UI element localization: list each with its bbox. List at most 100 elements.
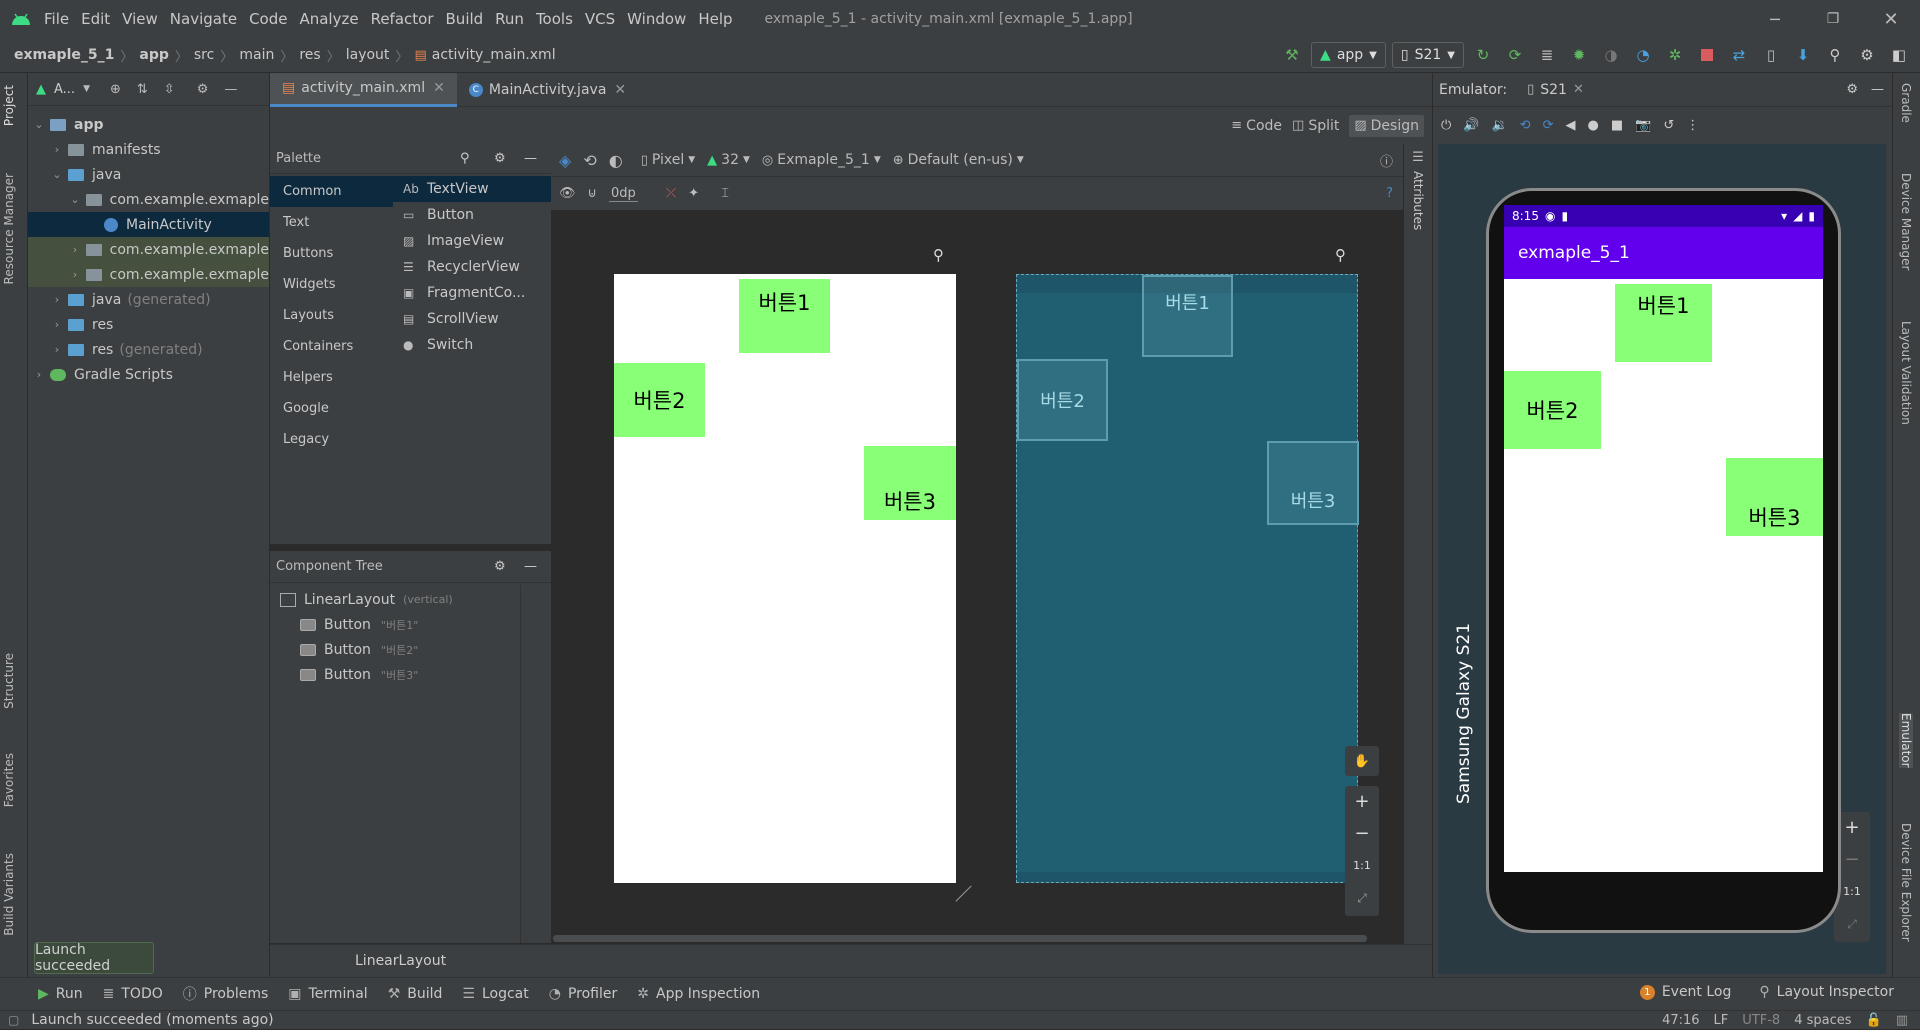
palette-category-buttons[interactable]: Buttons (270, 238, 393, 269)
canvas-scrollbar[interactable] (553, 935, 1367, 942)
hide-panel-icon[interactable]: — (224, 82, 237, 97)
breadcrumb-item[interactable]: main (239, 47, 274, 63)
tree-item[interactable]: ⌄ com.example.exmaple (28, 187, 269, 212)
indent-setting[interactable]: 4 spaces (1794, 1013, 1851, 1028)
blueprint-preview[interactable]: 버튼1 버튼2 버튼3 (1016, 274, 1359, 883)
device-manager-icon[interactable]: ▯ (1758, 42, 1784, 68)
sdk-manager-icon[interactable]: ⬇ (1790, 42, 1816, 68)
infer-constraints-icon[interactable]: ✦ (688, 186, 699, 201)
tab-gradle[interactable]: Gradle (1899, 83, 1913, 123)
locate-icon[interactable]: ⊕ (110, 82, 121, 97)
status-toggle-icon[interactable]: ▢ (8, 1013, 19, 1027)
more-options-icon[interactable]: ⋮ (1686, 118, 1699, 133)
apply-changes-icon[interactable]: ↻ (1470, 42, 1496, 68)
palette-category-layouts[interactable]: Layouts (270, 300, 393, 331)
cursor-position[interactable]: 47:16 (1662, 1013, 1699, 1028)
menu-navigate[interactable]: Navigate (164, 10, 243, 28)
night-mode-icon[interactable]: ◐ (609, 151, 623, 170)
close-window-icon[interactable]: ✕ (1862, 9, 1920, 30)
breadcrumb-item[interactable]: activity_main.xml (432, 47, 556, 63)
tab-mainactivity-java[interactable]: C MainActivity.java ✕ (457, 73, 638, 107)
tree-item-button[interactable]: Button "버튼2" (270, 637, 551, 662)
apply-code-changes-icon[interactable]: ⟳ (1502, 42, 1528, 68)
restore-icon[interactable]: ❐ (1804, 11, 1862, 27)
menu-window[interactable]: Window (621, 10, 692, 28)
coverage-icon[interactable]: ◑ (1598, 42, 1624, 68)
blueprint-button-3[interactable]: 버튼3 (1267, 441, 1359, 525)
device-for-preview-select[interactable]: ▯ Pixel ▼ (641, 152, 695, 168)
search-icon[interactable]: ⚲ (1822, 42, 1848, 68)
tab-favorites[interactable]: Favorites (2, 753, 16, 807)
zoom-screen-icon[interactable]: ⤢ (1345, 882, 1379, 914)
minimize-icon[interactable]: ─ (1746, 10, 1804, 29)
profile-icon[interactable]: ◔ (1630, 42, 1656, 68)
design-preview[interactable]: 버튼1 버튼2 버튼3 (614, 274, 956, 883)
breadcrumb-item[interactable]: exmaple_5_1 (14, 47, 114, 63)
emulator-hide-icon[interactable]: — (1871, 82, 1884, 97)
zoom-in-button[interactable]: + (1345, 786, 1379, 818)
tool-terminal[interactable]: ▣ Terminal (288, 986, 367, 1002)
chevron-down-icon[interactable]: ⌄ (32, 118, 46, 131)
chevron-right-icon[interactable]: › (50, 343, 64, 356)
run-config-select[interactable]: ▲ app ▼ (1311, 42, 1386, 68)
palette-settings-icon[interactable]: ⚙ (494, 151, 506, 166)
line-separator[interactable]: LF (1714, 1013, 1729, 1028)
palette-item[interactable]: ☰ RecyclerView (393, 254, 551, 280)
design-surface-icon[interactable]: ◈ (559, 151, 571, 170)
tab-resource-manager[interactable]: Resource Manager (2, 173, 16, 284)
attach-debugger-icon[interactable]: ✲ (1662, 42, 1688, 68)
chevron-right-icon[interactable]: › (50, 143, 64, 156)
tool-layout-inspector[interactable]: ⚲ Layout Inspector (1759, 984, 1894, 1000)
lock-icon[interactable]: 🔓 (1866, 1013, 1882, 1028)
menu-vcs[interactable]: VCS (579, 10, 621, 28)
help-icon[interactable]: ? (1386, 186, 1393, 201)
palette-category-text[interactable]: Text (270, 207, 393, 238)
api-level-select[interactable]: ▲ 32 ▼ (707, 152, 750, 168)
power-icon[interactable]: ⏻ (1441, 118, 1451, 133)
rotate-left-icon[interactable]: ⟲ (1520, 118, 1531, 133)
tab-build-variants[interactable]: Build Variants (2, 853, 16, 936)
sync-gradle-icon[interactable]: ⇄ (1726, 42, 1752, 68)
emulator-button-2[interactable]: 버튼2 (1504, 371, 1601, 449)
tab-structure[interactable]: Structure (2, 653, 16, 709)
design-mode-button[interactable]: ▨ Design (1349, 114, 1424, 137)
chevron-down-icon[interactable]: ⌄ (50, 168, 64, 181)
snapshot-icon[interactable]: ↺ (1663, 118, 1674, 133)
tool-run[interactable]: ▶ Run (38, 986, 83, 1002)
screenshot-icon[interactable]: 📷 (1635, 118, 1651, 133)
blueprint-button-2[interactable]: 버튼2 (1017, 359, 1108, 441)
tool-logcat[interactable]: ☰ Logcat (462, 986, 528, 1002)
clear-constraints-icon[interactable]: ⤫ (666, 186, 676, 201)
palette-item[interactable]: Ab TextView (393, 176, 551, 202)
file-encoding[interactable]: UTF-8 (1742, 1013, 1780, 1028)
tool-profiler[interactable]: ◔ Profiler (549, 986, 618, 1002)
menu-view[interactable]: View (116, 10, 164, 28)
palette-search-icon[interactable]: ⚲ (460, 151, 470, 166)
tree-item[interactable]: › manifests (28, 137, 269, 162)
tree-item[interactable]: › Gradle Scripts (28, 362, 269, 387)
emulator-tab-s21[interactable]: ▯ S21 ✕ (1527, 82, 1584, 98)
code-mode-button[interactable]: ≡ Code (1231, 118, 1282, 134)
view-options-icon[interactable]: 👁 (559, 186, 576, 201)
stop-icon[interactable] (1694, 42, 1720, 68)
tab-device-manager[interactable]: Device Manager (1899, 173, 1913, 270)
palette-item[interactable]: ▨ ImageView (393, 228, 551, 254)
orientation-icon[interactable]: ⟲ (583, 151, 596, 170)
locale-select[interactable]: ⊕ Default (en-us) ▼ (893, 152, 1024, 168)
device-select[interactable]: ▯ S21 ▼ (1391, 42, 1464, 68)
palette-category-containers[interactable]: Containers (270, 331, 393, 362)
autoconnect-icon[interactable]: ⊍ (588, 186, 598, 201)
emulator-settings-icon[interactable]: ⚙ (1846, 82, 1858, 97)
palette-category-google[interactable]: Google (270, 393, 393, 424)
palette-item[interactable]: ▣ FragmentCo... (393, 280, 551, 306)
tree-item[interactable]: ⌄ java (28, 162, 269, 187)
tab-emulator[interactable]: Emulator (1899, 713, 1913, 768)
palette-category-widgets[interactable]: Widgets (270, 269, 393, 300)
default-margin-field[interactable]: 0dp (609, 186, 638, 202)
make-project-icon[interactable]: ⚒ (1279, 42, 1305, 68)
tab-activity-main-xml[interactable]: ▤ activity_main.xml ✕ (270, 72, 457, 107)
tree-settings-icon[interactable]: ⚙ (494, 559, 506, 574)
back-icon[interactable]: ◀ (1565, 118, 1575, 133)
tool-build[interactable]: ⚒ Build (388, 986, 443, 1002)
tool-todo[interactable]: ≣ TODO (103, 986, 163, 1002)
